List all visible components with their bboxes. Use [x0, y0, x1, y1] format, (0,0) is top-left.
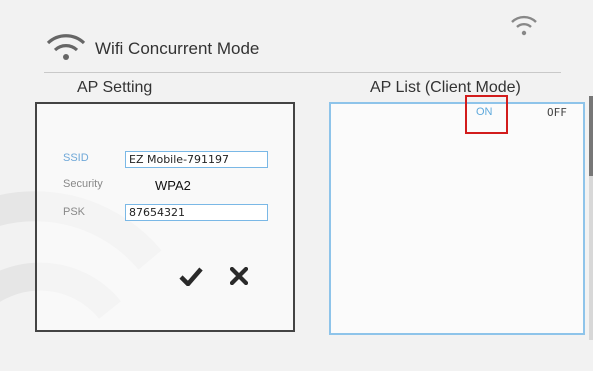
header-divider — [44, 72, 561, 73]
ap-setting-title: AP Setting — [77, 79, 153, 96]
page-title: Wifi Concurrent Mode — [95, 39, 260, 58]
security-value[interactable]: WPA2 — [155, 178, 191, 193]
close-icon[interactable] — [230, 267, 248, 285]
ssid-input[interactable] — [125, 151, 268, 168]
psk-input[interactable] — [125, 204, 268, 221]
toggle-on-option[interactable]: ON — [476, 106, 493, 118]
toggle-off-option[interactable]: OFF — [547, 106, 567, 119]
ap-list-panel — [329, 102, 585, 335]
scrollbar-thumb[interactable] — [589, 96, 593, 176]
ssid-label: SSID — [63, 152, 89, 164]
wifi-icon — [511, 15, 537, 36]
ap-list-title: AP List (Client Mode) — [370, 79, 521, 96]
checkmark-icon[interactable] — [179, 266, 203, 286]
psk-label: PSK — [63, 206, 86, 218]
security-label: Security — [63, 178, 103, 190]
wifi-icon — [46, 34, 86, 60]
ap-setting-panel: SSID Security WPA2 PSK — [35, 102, 295, 332]
